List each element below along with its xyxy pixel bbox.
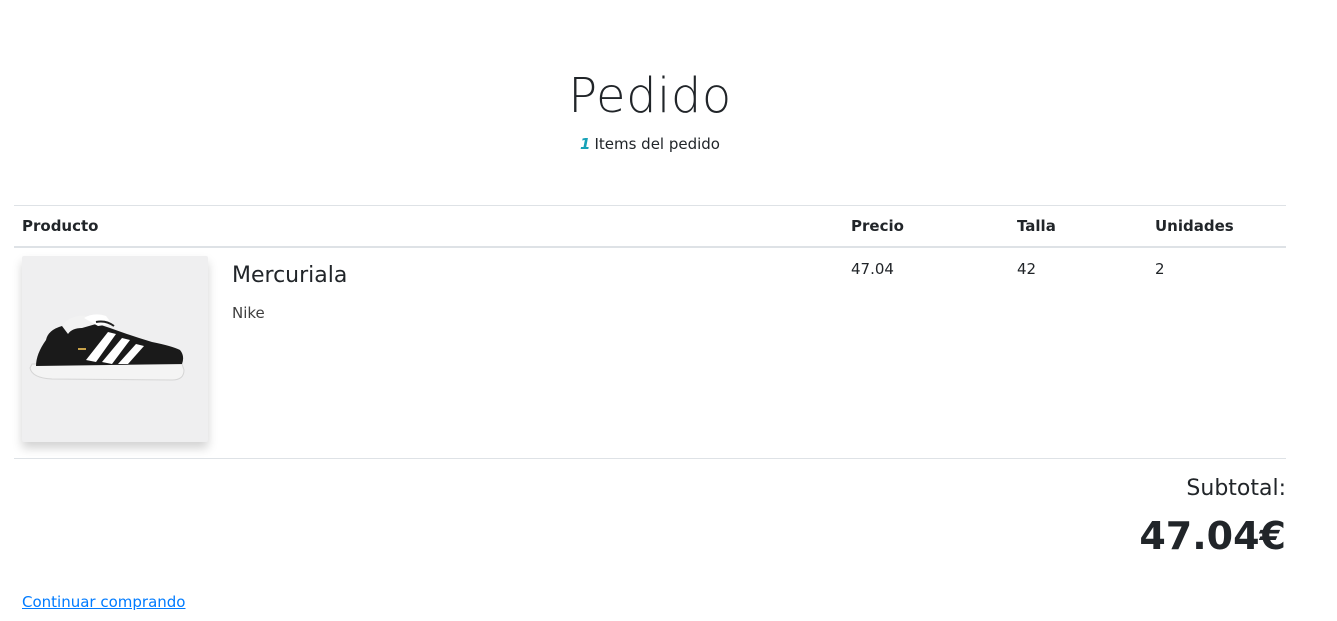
column-header-unidades: Unidades <box>1155 217 1234 235</box>
product-units: 2 <box>1155 260 1165 278</box>
subtotal-value: 47.04€ <box>1139 514 1286 558</box>
subtotal-label: Subtotal: <box>1186 476 1286 501</box>
column-header-precio: Precio <box>851 217 904 235</box>
product-size: 42 <box>1017 260 1037 278</box>
table-row: Mercuriala Nike 47.04 42 2 <box>14 248 1286 459</box>
sneaker-icon <box>29 314 185 381</box>
product-name[interactable]: Mercuriala <box>232 261 347 291</box>
column-header-talla: Talla <box>1017 217 1056 235</box>
page-title: Pedido <box>568 68 732 124</box>
items-count: 1 <box>580 135 591 153</box>
order-table: Producto Precio Talla Unidades Mercurial… <box>14 205 1286 459</box>
product-price: 47.04 <box>851 260 894 278</box>
product-image[interactable] <box>22 256 208 442</box>
items-count-label: Items del pedido <box>594 135 720 153</box>
items-count-line: 1 Items del pedido <box>0 133 1300 155</box>
table-header: Producto Precio Talla Unidades <box>14 205 1286 248</box>
continue-shopping-link[interactable]: Continuar comprando <box>22 591 185 613</box>
column-header-producto: Producto <box>22 217 99 235</box>
product-brand: Nike <box>232 304 265 322</box>
